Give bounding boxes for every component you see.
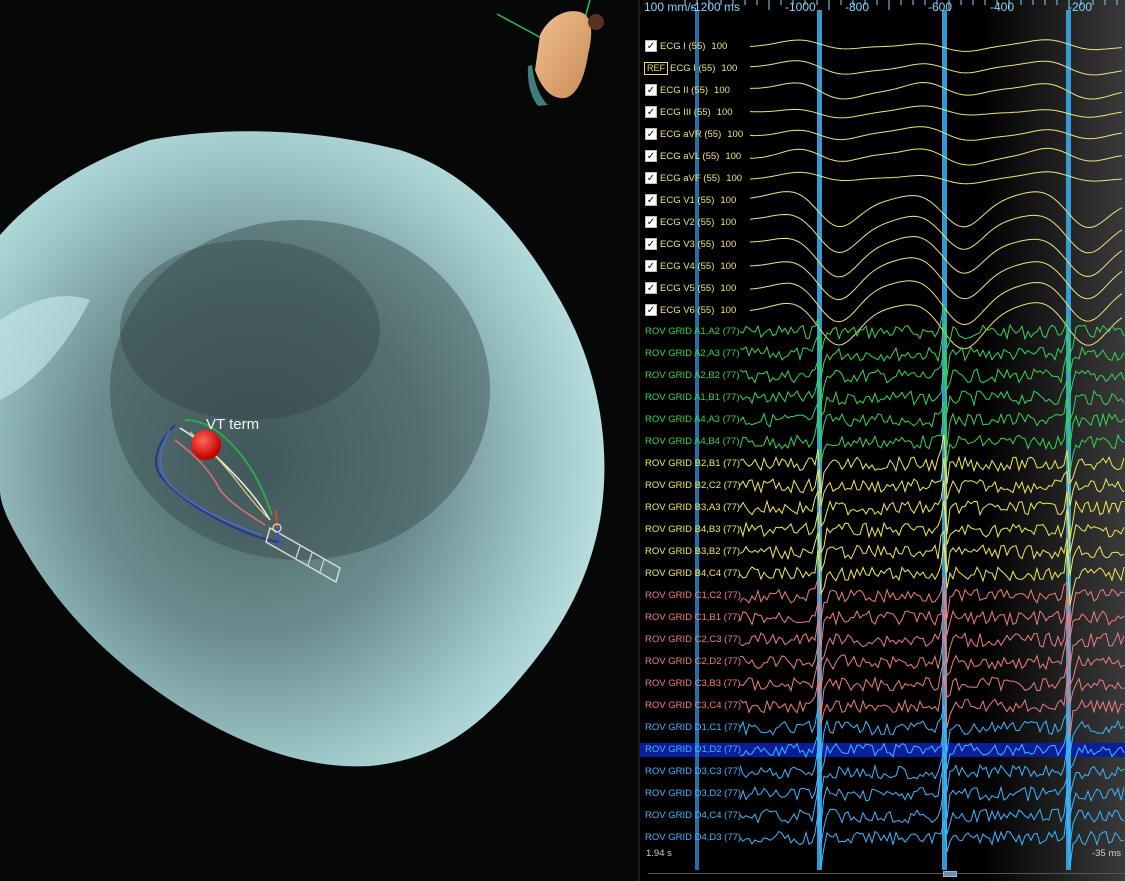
lead-visible-checkbox[interactable]: ✓ — [645, 106, 657, 118]
ecg-lead-row[interactable]: ✓ ECG aVR (55) 100 — [640, 123, 743, 145]
ecg-lead-name: ECG aVR (55) — [660, 128, 722, 140]
ecg-lead-row[interactable]: ✓ ECG aVL (55) 100 — [640, 145, 741, 167]
3d-map-viewport[interactable]: VT term — [0, 0, 638, 881]
scroll-thumb[interactable] — [943, 871, 957, 877]
ecg-lead-gain: 100 — [725, 150, 742, 162]
ecg-lead-row[interactable]: ✓ ECG V4 (55) 100 — [640, 255, 736, 277]
rov-channel-label[interactable]: ROV GRID D1,C1 (77) — [645, 717, 741, 739]
rov-channel-label[interactable]: ROV GRID B4,B3 (77) — [645, 519, 740, 541]
ecg-lead-gain: 100 — [720, 194, 737, 206]
vt-term-label: VT term — [206, 416, 260, 433]
ecg-lead-row[interactable]: ✓ ECG V3 (55) 100 — [640, 233, 736, 255]
lead-visible-checkbox[interactable]: ✓ — [645, 238, 657, 250]
lead-visible-checkbox[interactable]: ✓ — [645, 172, 657, 184]
rov-channel-label[interactable]: ROV GRID A2,B2 (77) — [645, 365, 740, 387]
rov-channel-label[interactable]: ROV GRID A1,B1 (77) — [645, 387, 740, 409]
ecg-lead-row[interactable]: ✓ ECG II (55) 100 — [640, 79, 730, 101]
timeline-scrollbar[interactable] — [648, 871, 1125, 877]
ecg-lead-name: ECG I (55) — [660, 40, 706, 52]
ecg-lead-name: ECG V1 (55) — [660, 194, 715, 206]
reference-badge[interactable]: REF — [644, 61, 668, 75]
ecg-lead-gain: 100 — [720, 216, 737, 228]
3d-scene[interactable] — [0, 0, 638, 881]
rov-channel-label[interactable]: ROV GRID D1,D2 (77) — [645, 739, 741, 761]
lead-visible-checkbox[interactable]: ✓ — [645, 282, 657, 294]
rov-channel-label[interactable]: ROV GRID C1,C2 (77) — [645, 585, 741, 607]
rov-channel-label[interactable]: ROV GRID D4,C4 (77) — [645, 805, 741, 827]
ecg-lead-gain: 100 — [726, 172, 743, 184]
ecg-lead-name: ECG V4 (55) — [660, 260, 715, 272]
vt-term-marker[interactable] — [191, 430, 221, 460]
ecg-lead-name: ECG aVL (55) — [660, 150, 720, 162]
ecg-lead-name: ECG V5 (55) — [660, 282, 715, 294]
rov-channel-label[interactable]: ROV GRID B3,B2 (77) — [645, 541, 740, 563]
time-axis-tick: -1000 — [785, 0, 816, 14]
time-axis-tick: -200 — [1068, 0, 1093, 14]
ecg-lead-row[interactable]: ✓ ECG V6 (55) 100 — [640, 299, 736, 321]
scroll-track — [648, 873, 1125, 874]
ecg-lead-gain: 100 — [714, 84, 730, 96]
ecg-lead-name: ECG II (55) — [660, 84, 709, 96]
ecg-lead-gain: 100 — [716, 106, 733, 118]
ecg-lead-gain: 100 — [720, 260, 737, 272]
ecg-lead-gain: 100 — [721, 62, 738, 74]
rov-channel-label[interactable]: ROV GRID A4,B4 (77) — [645, 431, 740, 453]
ecg-lead-name: ECG V3 (55) — [660, 238, 715, 250]
ecg-lead-row[interactable]: REF ECG I (55) 100 — [640, 57, 737, 79]
footer-offset: -35 ms — [1091, 848, 1121, 859]
lead-visible-checkbox[interactable]: ✓ — [645, 216, 657, 228]
ecg-lead-row[interactable]: ✓ ECG V1 (55) 100 — [640, 189, 736, 211]
lead-visible-checkbox[interactable]: ✓ — [645, 128, 657, 140]
rov-channel-label[interactable]: ROV GRID C2,D2 (77) — [645, 651, 741, 673]
time-axis-tick: -400 — [990, 0, 1015, 14]
rov-channel-label[interactable]: ROV GRID A1,A2 (77) — [645, 321, 740, 343]
rov-channel-label[interactable]: ROV GRID D4,D3 (77) — [645, 827, 741, 849]
ecg-lead-row[interactable]: ✓ ECG I (55) 100 — [640, 35, 727, 57]
ecg-lead-gain: 100 — [720, 304, 737, 316]
rov-channel-label[interactable]: ROV GRID B4,C4 (77) — [645, 563, 741, 585]
ecg-lead-name: ECG V6 (55) — [660, 304, 715, 316]
lead-visible-checkbox[interactable]: ✓ — [645, 194, 657, 206]
lead-visible-checkbox[interactable]: ✓ — [645, 40, 657, 52]
rov-channel-label[interactable]: ROV GRID B2,B1 (77) — [645, 453, 740, 475]
time-axis-tick: -600 — [928, 0, 953, 14]
time-axis-tick: -800 — [845, 0, 870, 14]
ecg-lead-row[interactable]: ✓ ECG III (55) 100 — [640, 101, 733, 123]
footer-duration: 1.94 s — [646, 848, 672, 859]
ecg-lead-name: ECG V2 (55) — [660, 216, 715, 228]
rov-channel-label[interactable]: ROV GRID C2,C3 (77) — [645, 629, 741, 651]
time-axis-tick: -1200 ms — [690, 0, 741, 14]
ecg-lead-name: ECG III (55) — [660, 106, 711, 118]
ecg-lead-gain: 100 — [720, 238, 737, 250]
rov-channel-label[interactable]: ROV GRID B3,A3 (77) — [645, 497, 740, 519]
ecg-lead-row[interactable]: ✓ ECG V5 (55) 100 — [640, 277, 736, 299]
lead-visible-checkbox[interactable]: ✓ — [645, 84, 657, 96]
ecg-lead-name: ECG aVF (55) — [660, 172, 721, 184]
ecg-lead-gain: 100 — [727, 128, 744, 140]
rov-channel-label[interactable]: ROV GRID C3,B3 (77) — [645, 673, 741, 695]
lead-visible-checkbox[interactable]: ✓ — [645, 150, 657, 162]
rov-channel-label[interactable]: ROV GRID C1,B1 (77) — [645, 607, 741, 629]
chamber-inner-shadow-2 — [120, 240, 380, 420]
ecg-lead-row[interactable]: ✓ ECG V2 (55) 100 — [640, 211, 736, 233]
rov-channel-label[interactable]: ROV GRID A4,A3 (77) — [645, 409, 740, 431]
sweep-speed-label[interactable]: 100 mm/s — [644, 0, 697, 14]
ecg-lead-row[interactable]: ✓ ECG aVF (55) 100 — [640, 167, 742, 189]
ecg-lead-gain: 100 — [720, 282, 737, 294]
rov-channel-label[interactable]: ROV GRID C3,C4 (77) — [645, 695, 741, 717]
ecg-lead-gain: 100 — [711, 40, 728, 52]
rov-channel-label[interactable]: ROV GRID B2,C2 (77) — [645, 475, 741, 497]
ecg-lead-name: ECG I (55) — [670, 62, 716, 74]
rov-channel-label[interactable]: ROV GRID A2,A3 (77) — [645, 343, 740, 365]
orientation-torso-widget[interactable] — [496, 0, 604, 106]
rov-channel-label[interactable]: ROV GRID D3,D2 (77) — [645, 783, 741, 805]
electrogram-panel[interactable]: 100 mm/s -1200 ms -1000 -800 -600 -400 -200 ✓… — [640, 0, 1125, 881]
lead-visible-checkbox[interactable]: ✓ — [645, 304, 657, 316]
lead-visible-checkbox[interactable]: ✓ — [645, 260, 657, 272]
rov-channel-label[interactable]: ROV GRID D3,C3 (77) — [645, 761, 741, 783]
